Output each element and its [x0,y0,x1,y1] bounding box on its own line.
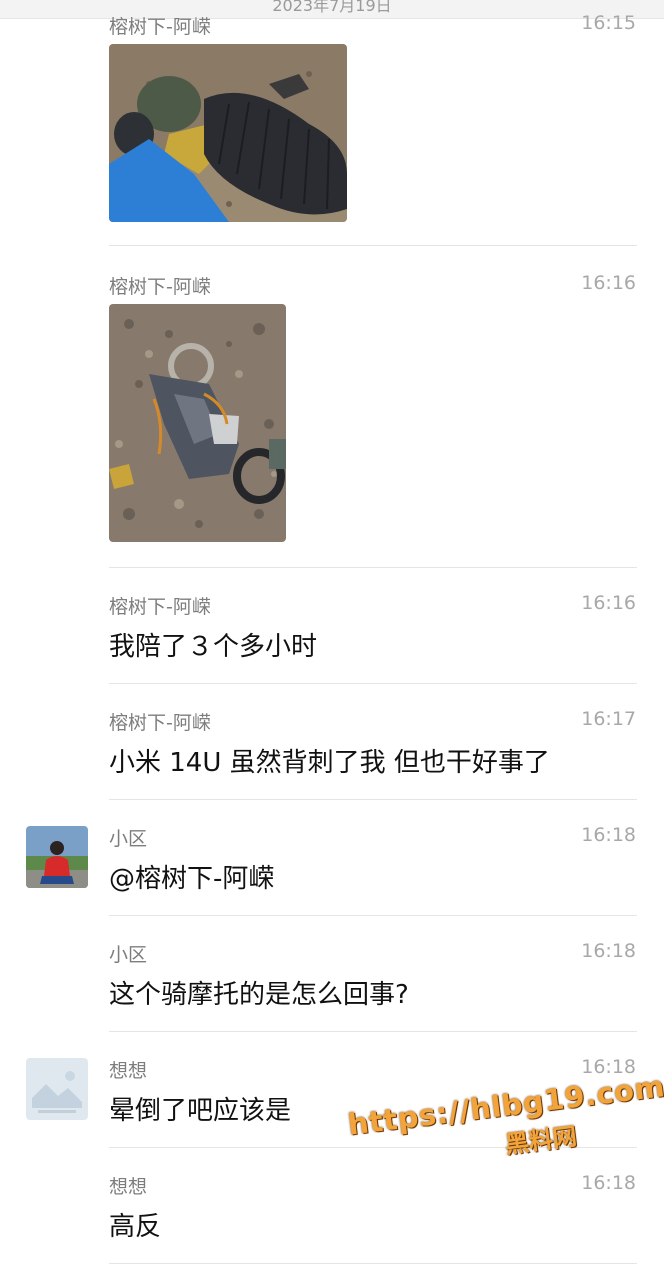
sender-name: 小区 [109,944,148,966]
sender-name: 榕树下-阿嵘 [109,712,211,734]
sender-name: 榕树下-阿嵘 [109,16,211,38]
message-time: 16:18 [581,1172,636,1194]
message-text: 小米 14U 虽然背刺了我 但也干好事了 [109,748,550,778]
message-time: 16:18 [581,940,636,962]
message-divider [109,799,637,800]
message-text: 我陪了３个多小时 [109,632,318,662]
message-divider [109,683,637,684]
message-text: 这个骑摩托的是怎么回事? [109,980,409,1010]
message-divider [109,1031,637,1032]
sender-name: 想想 [109,1176,148,1198]
message-time: 16:18 [581,824,636,846]
sender-name: 小区 [109,828,148,850]
sleeping-bag-photo[interactable] [109,44,347,222]
message-divider [109,915,637,916]
sender-name: 榕树下-阿嵘 [109,596,211,618]
avatar[interactable] [26,1058,88,1120]
watermark: https://hlbg19.com 黑料网 [346,1069,664,1178]
message-time: 16:16 [581,592,636,614]
date-header-bar: 2023年7月19日 [0,0,664,19]
message-divider [109,567,637,568]
message-divider [109,1263,637,1264]
message-time: 16:17 [581,708,636,730]
sender-name: 榕树下-阿嵘 [109,276,211,298]
message-time: 16:15 [581,12,636,34]
message-divider [109,245,637,246]
crashed-motorcycle-photo[interactable] [109,304,286,542]
message-text: 高反 [109,1212,162,1242]
message-time: 16:16 [581,272,636,294]
avatar[interactable] [26,826,88,888]
date-header: 2023年7月19日 [272,0,392,15]
message-text: 晕倒了吧应该是 [109,1096,292,1126]
sender-name: 想想 [109,1060,148,1082]
message-text: @榕树下-阿嵘 [109,864,275,894]
